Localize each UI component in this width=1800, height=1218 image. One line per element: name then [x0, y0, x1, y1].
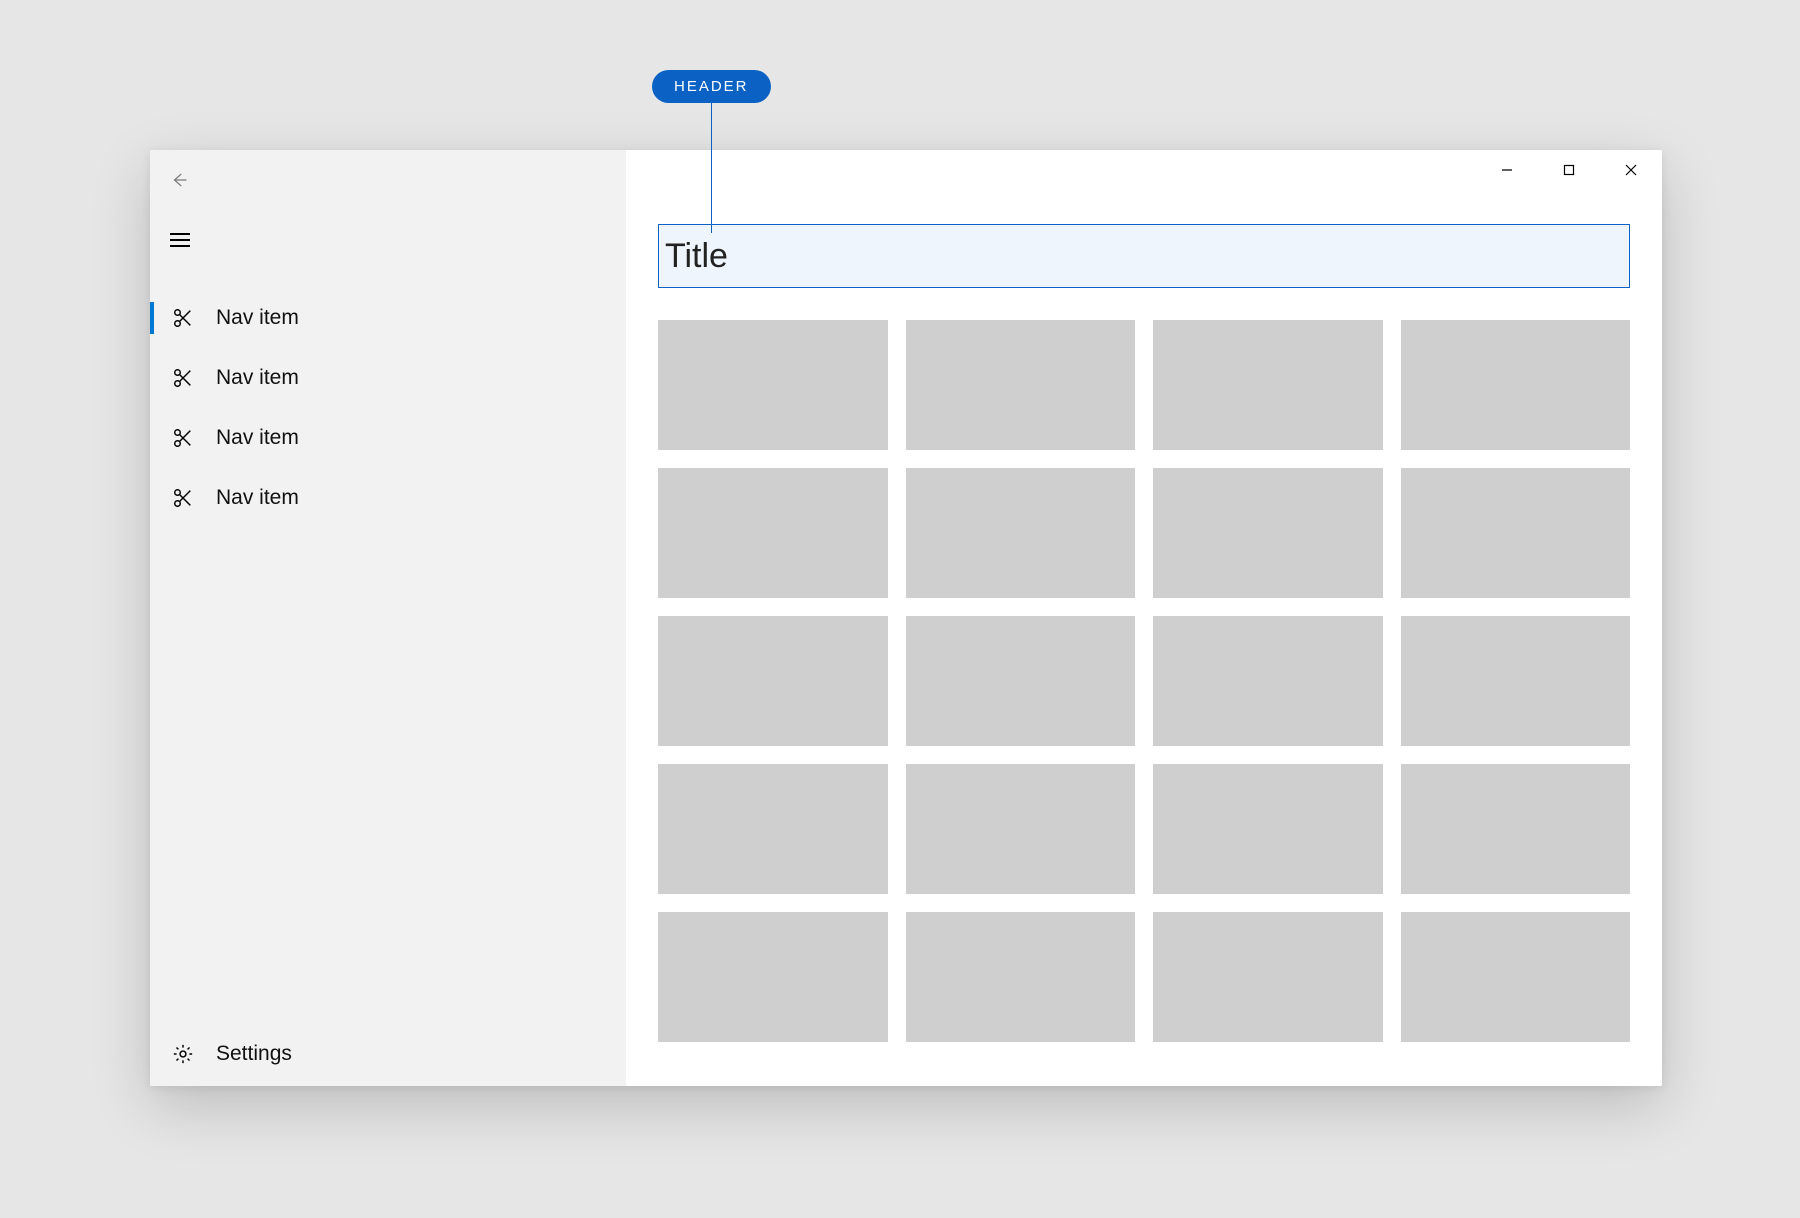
close-button[interactable] [1600, 150, 1662, 194]
cut-icon [172, 487, 194, 509]
nav-item-1[interactable]: Nav item [150, 348, 626, 408]
nav-item-3[interactable]: Nav item [150, 468, 626, 528]
grid-tile[interactable] [906, 468, 1136, 598]
content-area: Title [626, 150, 1662, 1086]
page-title: Title [665, 237, 728, 276]
grid-tile[interactable] [658, 320, 888, 450]
grid-tile[interactable] [906, 616, 1136, 746]
hamburger-icon [170, 233, 190, 247]
grid-tile[interactable] [1153, 320, 1383, 450]
maximize-button[interactable] [1538, 150, 1600, 194]
grid-tile[interactable] [1401, 616, 1631, 746]
grid-tile[interactable] [906, 320, 1136, 450]
grid-tile[interactable] [1401, 320, 1631, 450]
nav-pane: Nav item Nav item [150, 150, 626, 1086]
grid-tile[interactable] [1153, 764, 1383, 894]
minimize-button[interactable] [1476, 150, 1538, 194]
nav-item-label: Nav item [216, 486, 299, 510]
grid-tile[interactable] [1153, 468, 1383, 598]
grid-tile[interactable] [658, 616, 888, 746]
back-arrow-icon [170, 171, 188, 189]
back-button[interactable] [150, 150, 626, 210]
close-icon [1625, 163, 1637, 181]
nav-list: Nav item Nav item [150, 288, 626, 528]
cut-icon [172, 307, 194, 329]
page-header: Title [658, 224, 1630, 288]
grid-tile[interactable] [906, 912, 1136, 1042]
grid-tile[interactable] [1153, 912, 1383, 1042]
minimize-icon [1501, 163, 1513, 181]
nav-item-2[interactable]: Nav item [150, 408, 626, 468]
content-grid [658, 320, 1630, 1086]
caption-buttons [1476, 150, 1662, 194]
grid-tile[interactable] [658, 468, 888, 598]
grid-tile[interactable] [1401, 468, 1631, 598]
nav-item-label: Nav item [216, 366, 299, 390]
annotation-callout: HEADER [652, 70, 771, 233]
grid-tile[interactable] [906, 764, 1136, 894]
nav-item-0[interactable]: Nav item [150, 288, 626, 348]
grid-tile[interactable] [658, 912, 888, 1042]
grid-tile[interactable] [1401, 764, 1631, 894]
hamburger-button[interactable] [150, 210, 626, 270]
maximize-icon [1563, 163, 1575, 181]
grid-tile[interactable] [658, 764, 888, 894]
annotation-leader-line [711, 103, 712, 233]
settings-button[interactable]: Settings [150, 1022, 626, 1086]
nav-item-label: Nav item [216, 306, 299, 330]
cut-icon [172, 427, 194, 449]
grid-tile[interactable] [1153, 616, 1383, 746]
settings-label: Settings [216, 1042, 292, 1066]
cut-icon [172, 367, 194, 389]
annotation-label: HEADER [674, 78, 749, 95]
app-window: Nav item Nav item [150, 150, 1662, 1086]
nav-item-label: Nav item [216, 426, 299, 450]
gear-icon [172, 1043, 194, 1065]
grid-tile[interactable] [1401, 912, 1631, 1042]
annotation-pill: HEADER [652, 70, 771, 103]
